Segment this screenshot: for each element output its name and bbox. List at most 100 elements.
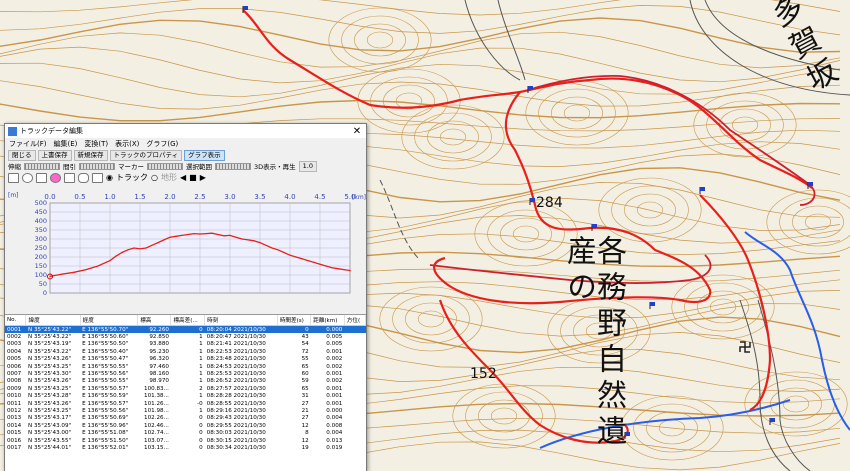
elevation-point xyxy=(241,238,243,240)
table-cell: 92.850 xyxy=(149,334,169,341)
column-header[interactable]: 標高差(... xyxy=(170,315,206,326)
elevation-point xyxy=(277,249,279,251)
polygon-tool-icon[interactable] xyxy=(36,172,47,183)
line-tool-icon[interactable] xyxy=(64,172,75,183)
table-row[interactable]: 0009 N 35°25'43.25" E 136°55'50.57" 100.83.… xyxy=(5,385,366,392)
track-editor-window[interactable]: トラックデータ編集 ✕ ファイル(F) 編集(E) 変換(T) 表示(X) グラ… xyxy=(4,123,367,471)
x-tick-label: 2.5 xyxy=(194,193,205,201)
table-cell xyxy=(344,422,365,429)
elevation-point xyxy=(205,233,207,235)
y-tick-label: 350 xyxy=(35,226,47,234)
column-header[interactable]: 標高 xyxy=(137,315,172,326)
menu-graph[interactable]: グラフ(G) xyxy=(146,139,178,149)
elevation-chart[interactable]: 0.0 0.5 1.0 1.5 2.0 2.5 3.0 3.5 4.0 4.5 5.0 [km] 500… xyxy=(5,190,366,302)
x-tick-label: 4.0 xyxy=(284,193,295,201)
table-cell: -0 xyxy=(197,400,203,407)
slider-row: 伸縮 間引 マーカー 選択範囲 3D表示・再生 1.0 xyxy=(5,160,366,172)
table-cell: N 35°25'43.28" xyxy=(27,393,72,400)
column-header[interactable]: 時間差(s) xyxy=(277,315,312,326)
close-icon[interactable]: ✕ xyxy=(351,126,363,137)
table-cell: N 35°25'43.55" xyxy=(27,437,72,444)
table-row[interactable]: 0001 N 35°25'43.22" E 136°55'50.70" 92.260 0… xyxy=(5,325,366,334)
table-cell: 0.002 xyxy=(326,356,343,363)
y-tick-label: 100 xyxy=(35,271,47,279)
map-label-reserve: 各務野自然遺産の xyxy=(561,235,626,451)
table-row[interactable]: 0002 N 35°25'43.22" E 136°55'50.60" 92.850 1… xyxy=(5,333,366,340)
table-row[interactable]: 0016 N 35°25'43.55" E 136°55'51.50" 103.07.… xyxy=(5,437,366,444)
marker-slider[interactable] xyxy=(147,162,183,170)
elevation-point xyxy=(163,239,165,241)
x-tick-label: 0.5 xyxy=(74,193,85,201)
elevation-point xyxy=(319,263,321,265)
elevation-point xyxy=(187,233,189,236)
table-row[interactable]: 0014 N 35°25'43.09" E 136°55'50.96" 102.46.… xyxy=(5,422,366,429)
table-cell: 27 xyxy=(301,400,309,407)
table-cell: 0004 xyxy=(7,348,22,355)
close-button[interactable]: 閉じる xyxy=(8,149,36,161)
trackpoint-table[interactable]: No. 緯度 経度 標高 標高差(... 時刻 時間差(s) 距離(km) 方位( 0001 N … xyxy=(5,314,367,471)
table-row[interactable]: 0006 N 35°25'43.25" E 136°55'50.55" 97.460 1… xyxy=(5,363,366,370)
table-cell: 0 xyxy=(199,422,203,429)
table-cell: 103.15... xyxy=(144,444,169,451)
table-row[interactable]: 0013 N 35°25'43.17" E 136°55'50.69" 102.26.… xyxy=(5,415,366,422)
pie-tool-icon[interactable] xyxy=(50,172,61,183)
select-range-slider[interactable] xyxy=(215,162,251,170)
table-cell: N 35°25'43.25" xyxy=(27,385,72,392)
track-radio[interactable]: ◉ xyxy=(106,173,113,182)
column-header[interactable]: 時刻 xyxy=(204,315,278,326)
table-cell: E 136°55'50.70" xyxy=(80,325,138,334)
speed-select[interactable]: 1.0 xyxy=(298,160,317,172)
x-tick-label: 1.5 xyxy=(134,193,145,201)
table-cell: 0.005 xyxy=(326,341,343,348)
menu-view[interactable]: 表示(X) xyxy=(115,139,139,149)
app-icon xyxy=(8,126,17,136)
terrain-radio[interactable]: ○ xyxy=(151,173,158,182)
table-row[interactable]: 0010 N 35°25'43.28" E 136°55'50.59" 101.38.… xyxy=(5,393,366,400)
table-cell: 102.74... xyxy=(144,430,169,437)
table-cell: 0.004 xyxy=(326,430,343,437)
play-icon[interactable]: ▶ xyxy=(200,173,206,182)
table-row[interactable]: 0015 N 35°25'43.00" E 136°55'51.08" 102.74.… xyxy=(5,429,366,436)
table-cell: 0013 xyxy=(7,415,22,422)
elevation-point xyxy=(271,247,273,249)
track-properties-button[interactable]: トラックのプロパティ xyxy=(109,149,183,161)
table-cell: 08:28:55 2021/10/30 xyxy=(206,400,266,407)
column-header[interactable]: 方位( xyxy=(344,315,367,326)
elevation-point xyxy=(349,270,351,272)
table-row[interactable]: 0004 N 35°25'43.22" E 136°55'50.40" 95.230 1… xyxy=(5,348,366,355)
elevation-point xyxy=(289,254,291,256)
show-graph-button[interactable]: グラフ表示 xyxy=(184,149,225,161)
stop-icon[interactable]: ■ xyxy=(189,173,197,182)
table-cell: N 35°25'43.19" xyxy=(27,341,72,348)
table-row[interactable]: 0005 N 35°25'43.26" E 136°55'50.47" 96.320 1… xyxy=(5,356,366,363)
thin-slider[interactable] xyxy=(24,162,60,170)
table-row[interactable]: 0003 N 35°25'43.19" E 136°55'50.50" 93.880 1… xyxy=(5,341,366,348)
elevation-point xyxy=(259,242,261,244)
table-row[interactable]: 0011 N 35°25'43.26" E 136°55'50.57" 101.26.… xyxy=(5,400,366,407)
shrine-icon xyxy=(739,341,751,353)
overwrite-save-button[interactable]: 上書保存 xyxy=(37,149,72,161)
play-back-icon[interactable]: ◀ xyxy=(180,173,186,182)
marker-tool-icon[interactable] xyxy=(92,172,103,183)
column-header[interactable]: 緯度 xyxy=(25,315,81,326)
table-row[interactable]: 0007 N 35°25'43.30" E 136°55'50.56" 98.160 1… xyxy=(5,370,366,377)
table-row[interactable]: 0008 N 35°25'43.26" E 136°55'50.55" 98.970 1… xyxy=(5,378,366,385)
table-cell: E 136°55'50.59" xyxy=(82,393,129,400)
column-header[interactable]: 経度 xyxy=(80,315,139,326)
menu-file[interactable]: ファイル(F) xyxy=(9,139,47,149)
circle-tool-icon[interactable] xyxy=(22,172,33,183)
save-new-button[interactable]: 新規保存 xyxy=(73,149,108,161)
table-row[interactable]: 0012 N 35°25'43.25" E 136°55'50.56" 101.98.… xyxy=(5,407,366,414)
table-cell: 0.008 xyxy=(326,422,343,429)
table-cell xyxy=(344,415,365,422)
menu-edit[interactable]: 編集(E) xyxy=(54,139,78,149)
decimate-slider[interactable] xyxy=(79,162,115,170)
window-titlebar[interactable]: トラックデータ編集 ✕ xyxy=(5,124,366,138)
rectangle-tool-icon[interactable] xyxy=(8,172,19,183)
rounded-tool-icon[interactable] xyxy=(78,172,89,183)
column-header[interactable]: 距離(km) xyxy=(310,315,345,326)
elevation-chart-svg[interactable]: 0.0 0.5 1.0 1.5 2.0 2.5 3.0 3.5 4.0 4.5 5.0[km]500… xyxy=(5,190,366,302)
column-header[interactable]: No. xyxy=(5,315,27,326)
table-row[interactable]: 0017 N 35°25'44.01" E 136°55'52.01" 103.15.… xyxy=(5,444,366,451)
menu-convert[interactable]: 変換(T) xyxy=(84,139,108,149)
